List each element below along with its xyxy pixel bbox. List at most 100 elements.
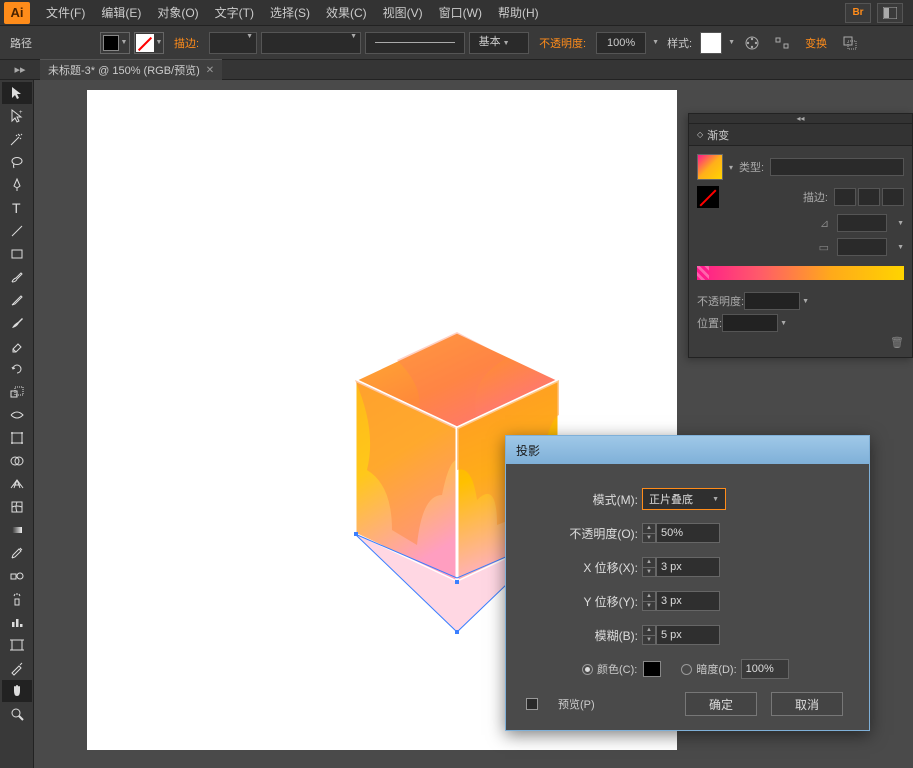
stroke-swatch[interactable]: ▼ <box>134 32 164 54</box>
rotate-tool[interactable] <box>2 358 32 380</box>
cancel-button[interactable]: 取消 <box>771 692 843 716</box>
paintbrush-tool[interactable] <box>2 266 32 288</box>
slice-tool[interactable] <box>2 657 32 679</box>
trash-icon[interactable]: 🗑 <box>890 337 904 349</box>
menu-effect[interactable]: 效果(C) <box>318 0 375 25</box>
shape-builder-tool[interactable] <box>2 450 32 472</box>
blur-input[interactable] <box>656 625 720 645</box>
hand-tool[interactable] <box>2 680 32 702</box>
menu-window[interactable]: 窗口(W) <box>431 0 490 25</box>
blob-brush-tool[interactable] <box>2 312 32 334</box>
rectangle-tool[interactable] <box>2 243 32 265</box>
gradient-type-label: 类型: <box>739 159 764 175</box>
menu-type[interactable]: 文字(T) <box>207 0 262 25</box>
blur-spinner[interactable]: ▲▼ <box>642 625 656 645</box>
selection-tool[interactable] <box>2 82 32 104</box>
angle-icon: ⊿ <box>820 217 829 230</box>
mode-label: 模式(M): <box>522 491 642 508</box>
menu-file[interactable]: 文件(F) <box>38 0 93 25</box>
eraser-tool[interactable] <box>2 335 32 357</box>
menu-edit[interactable]: 编辑(E) <box>93 0 149 25</box>
gradient-aspect-input[interactable] <box>837 238 887 256</box>
darkness-radio-label: 暗度(D): <box>696 661 736 677</box>
gradient-tool[interactable] <box>2 519 32 541</box>
free-transform-tool[interactable] <box>2 427 32 449</box>
panel-expand-icon[interactable]: ◇ <box>697 130 703 139</box>
line-tool[interactable] <box>2 220 32 242</box>
svg-text:T: T <box>12 200 21 216</box>
eyedropper-tool[interactable] <box>2 542 32 564</box>
stroke-mode-1[interactable] <box>834 188 856 206</box>
layout-button[interactable] <box>877 3 903 23</box>
preview-checkbox[interactable] <box>526 698 538 710</box>
stroke-label[interactable]: 描边: <box>174 35 199 51</box>
xoffset-spinner[interactable]: ▲▼ <box>642 557 656 577</box>
stroke-weight-select[interactable]: ▼ <box>209 32 257 54</box>
gradient-position-input[interactable] <box>722 314 778 332</box>
symbol-sprayer-tool[interactable] <box>2 588 32 610</box>
mesh-tool[interactable] <box>2 496 32 518</box>
gradient-angle-input[interactable] <box>837 214 887 232</box>
yoffset-spinner[interactable]: ▲▼ <box>642 591 656 611</box>
magic-wand-tool[interactable] <box>2 128 32 150</box>
menu-help[interactable]: 帮助(H) <box>490 0 547 25</box>
mode-select[interactable]: 正片叠底▼ <box>642 488 726 510</box>
scale-tool[interactable] <box>2 381 32 403</box>
zoom-tool[interactable] <box>2 703 32 725</box>
panel-collapse-icon[interactable]: ◂◂ <box>689 114 912 124</box>
darkness-radio[interactable] <box>681 664 692 675</box>
gradient-stroke-swatch[interactable] <box>697 186 719 208</box>
darkness-input[interactable] <box>741 659 789 679</box>
document-tabbar: ▸▸ 未标题-3* @ 150% (RGB/预览) ✕ <box>0 60 913 80</box>
ok-button[interactable]: 确定 <box>685 692 757 716</box>
brush-preview[interactable] <box>365 32 465 54</box>
dialog-titlebar[interactable]: 投影 <box>506 436 869 464</box>
opacity-input-dlg[interactable] <box>656 523 720 543</box>
stroke-mode-3[interactable] <box>882 188 904 206</box>
transform-label[interactable]: 变换 <box>799 35 833 51</box>
opacity-label-dlg: 不透明度(O): <box>522 525 642 542</box>
artboard-tool[interactable] <box>2 634 32 656</box>
aspect-icon: ▭ <box>819 241 829 254</box>
panel-header[interactable]: ◇ 渐变 <box>689 124 912 146</box>
selection-mode-label: 路径 <box>10 35 32 51</box>
gradient-panel: ◂◂ ◇ 渐变 ▾ 类型: 描边: ⊿ ▼ ▭ ▼ <box>688 113 913 358</box>
gradient-type-select[interactable] <box>770 158 904 176</box>
width-tool[interactable] <box>2 404 32 426</box>
yoffset-input[interactable] <box>656 591 720 611</box>
menu-select[interactable]: 选择(S) <box>262 0 318 25</box>
xoffset-input[interactable] <box>656 557 720 577</box>
style-swatch[interactable] <box>700 32 722 54</box>
gradient-opacity-label: 不透明度: <box>697 293 744 309</box>
color-swatch[interactable] <box>643 661 661 677</box>
perspective-grid-tool[interactable] <box>2 473 32 495</box>
lasso-tool[interactable] <box>2 151 32 173</box>
opacity-spinner[interactable]: ▲▼ <box>642 523 656 543</box>
blend-tool[interactable] <box>2 565 32 587</box>
opacity-label[interactable]: 不透明度: <box>539 35 586 51</box>
gradient-ramp[interactable] <box>697 266 904 280</box>
column-graph-tool[interactable] <box>2 611 32 633</box>
tab-close-icon[interactable]: ✕ <box>206 65 214 76</box>
menu-view[interactable]: 视图(V) <box>375 0 431 25</box>
align-icon[interactable] <box>769 32 795 54</box>
pencil-tool[interactable] <box>2 289 32 311</box>
brush-profile-select[interactable]: 基本▼ <box>469 32 529 54</box>
gradient-preview-swatch[interactable] <box>697 154 723 180</box>
document-tab[interactable]: 未标题-3* @ 150% (RGB/预览) ✕ <box>40 59 222 80</box>
tab-arrange-icon[interactable]: ▸▸ <box>0 60 40 80</box>
type-tool[interactable]: T <box>2 197 32 219</box>
style-label[interactable]: 样式: <box>667 35 692 51</box>
stroke-mode-2[interactable] <box>858 188 880 206</box>
direct-selection-tool[interactable]: + <box>2 105 32 127</box>
menu-object[interactable]: 对象(O) <box>149 0 206 25</box>
color-radio[interactable] <box>582 664 593 675</box>
gradient-opacity-input[interactable] <box>744 292 800 310</box>
pen-tool[interactable] <box>2 174 32 196</box>
isolate-icon[interactable] <box>837 32 863 54</box>
recolor-icon[interactable] <box>739 32 765 54</box>
opacity-input[interactable] <box>596 32 646 54</box>
bridge-button[interactable]: Br <box>845 3 871 23</box>
fill-swatch[interactable]: ▼ <box>100 32 130 54</box>
variable-width-select[interactable]: ▼ <box>261 32 361 54</box>
